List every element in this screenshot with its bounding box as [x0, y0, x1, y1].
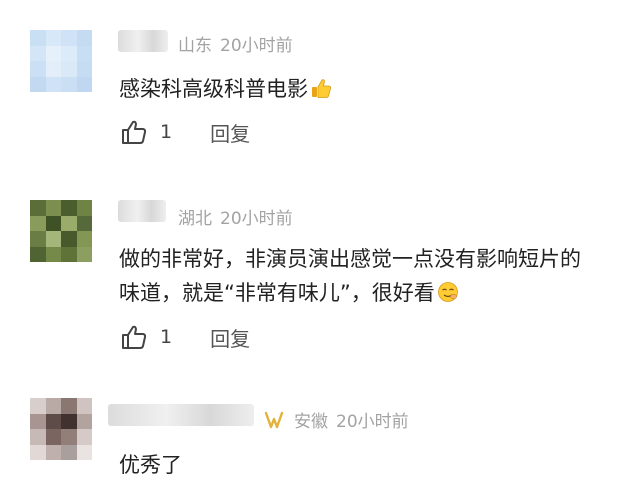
like-icon[interactable] — [120, 118, 148, 146]
comment-text-line: 做的非常好，非演员演出感觉一点没有影响短片的 — [119, 247, 581, 271]
comment-meta: 山东 20小时前 — [178, 31, 301, 56]
comment-text-body: 感染科高级科普电影 — [119, 77, 308, 101]
reply-button[interactable]: 回复 — [210, 118, 250, 147]
comment-item: 湖北 20小时前 做的非常好，非演员演出感觉一点没有影响短片的 味道，就是“非常有… — [0, 170, 640, 380]
comment-text-line-body: 味道，就是“非常有味儿”，很好看 — [119, 281, 435, 305]
reply-button[interactable]: 回复 — [210, 323, 250, 352]
location-label: 安徽 — [294, 412, 328, 432]
thumbs-up-emoji — [312, 79, 331, 98]
smug-face-emoji — [437, 282, 458, 302]
timestamp: 20小时前 — [220, 209, 293, 229]
like-count: 1 — [160, 326, 173, 348]
comment-item: 安徽 20小时前 优秀了 — [0, 380, 640, 495]
comment-meta: 安徽 20小时前 — [264, 407, 417, 432]
avatar[interactable] — [30, 398, 92, 460]
avatar[interactable] — [30, 200, 92, 262]
comment-item: 山东 20小时前 感染科高级科普电影 1 回复 — [0, 0, 640, 170]
avatar[interactable] — [30, 30, 92, 92]
location-label: 山东 — [178, 36, 212, 56]
location-label: 湖北 — [178, 209, 212, 229]
username-blurred[interactable] — [118, 200, 166, 222]
comment-text: 优秀了 — [119, 448, 624, 482]
timestamp: 20小时前 — [336, 412, 409, 432]
comment-text: 感染科高级科普电影 — [119, 72, 624, 106]
like-icon[interactable] — [120, 323, 148, 351]
comment-actions: 1 回复 — [120, 322, 250, 352]
comment-text-line: 味道，就是“非常有味儿”，很好看 — [119, 276, 624, 310]
comment-meta: 湖北 20小时前 — [178, 204, 301, 229]
like-count: 1 — [160, 121, 173, 143]
comment-text-body: 优秀了 — [119, 453, 182, 477]
username-blurred[interactable] — [118, 30, 168, 52]
gold-badge-icon — [264, 411, 284, 429]
comment-text: 做的非常好，非演员演出感觉一点没有影响短片的 味道，就是“非常有味儿”，很好看 — [119, 242, 624, 310]
timestamp: 20小时前 — [220, 36, 293, 56]
comment-actions: 1 回复 — [120, 117, 250, 147]
username-blurred[interactable] — [108, 404, 254, 426]
